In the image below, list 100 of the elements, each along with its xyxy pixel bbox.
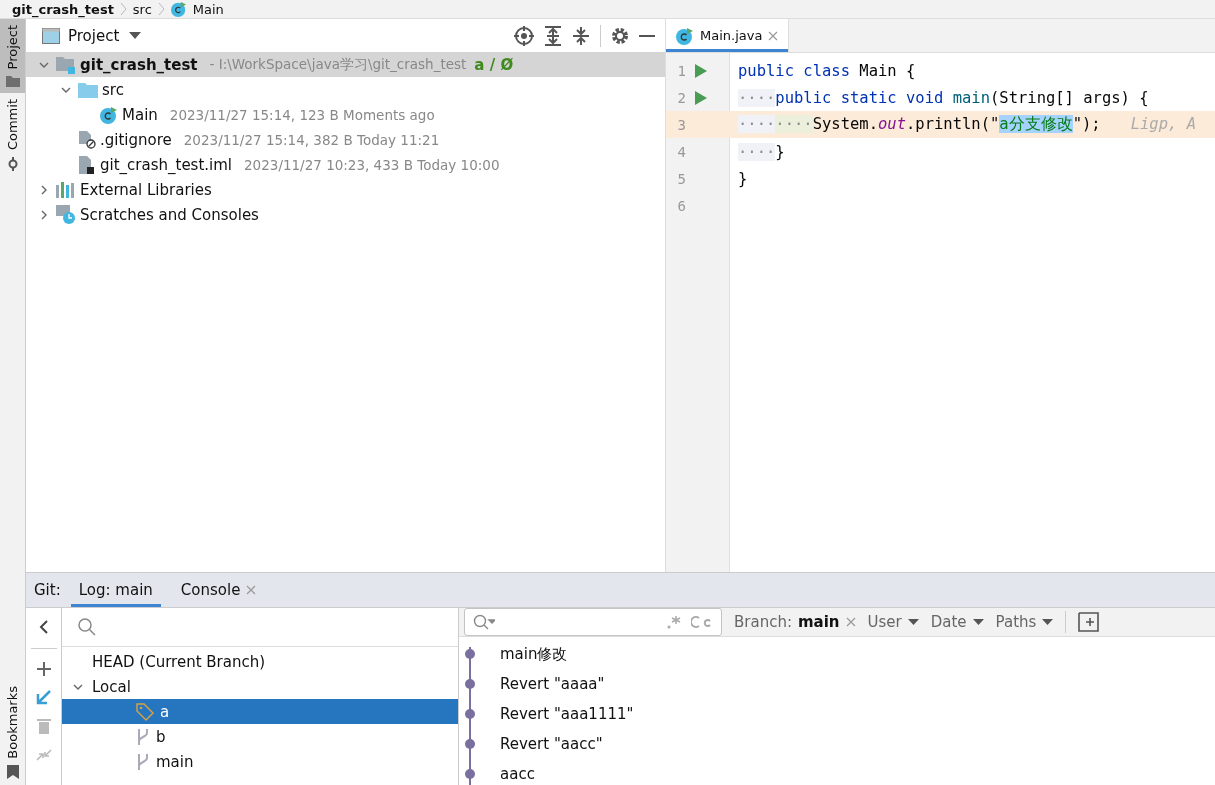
class-icon — [100, 105, 118, 124]
tree-row[interactable]: git_crash_test - I:\WorkSpace\java学习\git_crash_test a / Ø — [26, 52, 665, 77]
chevron-right-icon[interactable] — [39, 184, 49, 195]
whitespace-marker: ···· — [738, 115, 776, 133]
line-number: 6 — [676, 197, 686, 214]
tree-row[interactable]: src — [26, 77, 665, 102]
branch-row[interactable]: HEAD (Current Branch) — [62, 649, 458, 674]
file-details: 2023/11/27 15:14, 123 B Moments ago — [169, 106, 435, 123]
code-token: public static void — [775, 88, 945, 107]
code-token: main — [952, 88, 990, 107]
search-field[interactable] — [464, 608, 722, 636]
tree-row[interactable]: External Libraries — [26, 177, 665, 202]
run-icon[interactable] — [695, 90, 707, 105]
line-number: 2 — [676, 89, 686, 106]
run-icon[interactable] — [695, 63, 707, 78]
tree-row[interactable]: Main 2023/11/27 15:14, 123 B Moments ago — [26, 102, 665, 127]
code-token: .println(" — [906, 115, 1000, 133]
panel-label: Git: — [34, 581, 61, 599]
checkout-arrow-icon[interactable] — [35, 689, 52, 705]
branch-label: HEAD (Current Branch) — [92, 652, 266, 671]
filter-dropdown[interactable]: Paths — [995, 613, 1054, 631]
chevron-left-icon[interactable] — [37, 619, 50, 635]
tree-row[interactable]: Scratches and Consoles — [26, 202, 665, 227]
close-icon[interactable] — [246, 585, 257, 595]
code-token: System. — [812, 115, 878, 133]
close-icon[interactable] — [845, 617, 856, 627]
tag-icon — [136, 702, 154, 721]
expand-all-icon[interactable] — [544, 25, 562, 46]
whitespace-marker: ···· — [738, 142, 776, 161]
tree-item-label: git_crash_test — [80, 55, 198, 74]
commit-message[interactable]: Revert "aaaa" — [500, 675, 605, 693]
branch-row[interactable]: Local — [62, 674, 458, 699]
file-icon — [78, 130, 96, 149]
branch-label: a — [160, 702, 170, 721]
code-token: out — [878, 115, 906, 133]
panel-title[interactable]: Project — [68, 26, 120, 45]
chevron-right-icon — [119, 2, 127, 16]
search-icon — [78, 618, 96, 636]
branch-label: Local — [92, 677, 131, 696]
tool-tab[interactable]: Console — [172, 573, 265, 607]
file-details: 2023/11/27 15:14, 382 B Today 11:21 — [183, 131, 440, 148]
line-number: 4 — [676, 143, 686, 160]
branch-row[interactable]: main — [62, 749, 458, 774]
new-tab-icon[interactable] — [1078, 612, 1101, 632]
match-case-icon[interactable] — [691, 615, 713, 629]
branch-row[interactable]: a — [62, 699, 458, 724]
file-icon — [78, 155, 96, 174]
tool-window-button[interactable]: Project — [0, 19, 25, 94]
commit-message[interactable]: main修改 — [500, 644, 568, 664]
branch-icon — [136, 752, 150, 771]
branch-filter[interactable]: Branch: main — [734, 613, 856, 631]
branch-icon — [136, 727, 150, 746]
folder-icon — [78, 81, 98, 98]
regex-icon[interactable] — [667, 615, 681, 629]
code-token: "); — [1072, 115, 1101, 133]
breadcrumb-item[interactable]: git_crash_test — [12, 1, 114, 17]
branch-label: a / Ø — [474, 55, 514, 74]
tool-window-button[interactable]: Commit — [0, 93, 25, 177]
tool-tab[interactable]: Log: main — [70, 573, 161, 607]
dropdown-icon — [1042, 618, 1054, 626]
collapse-all-icon[interactable] — [572, 25, 590, 46]
filter-dropdown[interactable]: User — [867, 613, 919, 631]
target-icon[interactable] — [514, 25, 534, 46]
breadcrumb-item[interactable]: src — [132, 1, 152, 17]
branch-label: b — [156, 727, 166, 746]
tree-item-label: .gitignore — [100, 130, 172, 149]
settings-icon[interactable] — [611, 26, 629, 45]
tool-window-button[interactable]: Bookmarks — [0, 680, 25, 785]
class-icon — [676, 26, 694, 45]
line-number: 5 — [676, 170, 686, 187]
tree-row[interactable]: git_crash_test.iml 2023/11/27 10:23, 433 B Today 10:00 — [26, 152, 665, 177]
whitespace-marker: ···· — [775, 115, 813, 133]
code-token: (String[] args) { — [989, 88, 1149, 107]
module-icon — [56, 55, 76, 74]
whitespace-marker: ···· — [738, 88, 776, 107]
tree-item-label: git_crash_test.iml — [100, 155, 233, 174]
tree-item-label: Scratches and Consoles — [80, 205, 259, 224]
branch-row[interactable]: b — [62, 724, 458, 749]
dropdown-icon[interactable] — [129, 31, 142, 40]
tree-item-label: External Libraries — [80, 180, 212, 199]
scratches-icon — [56, 204, 76, 225]
filter-dropdown[interactable]: Date — [930, 613, 984, 631]
close-icon[interactable] — [768, 30, 779, 41]
commit-message[interactable]: aacc — [500, 765, 535, 783]
plus-icon[interactable] — [36, 662, 51, 676]
editor-tab[interactable]: Main.java — [666, 19, 790, 52]
bookmark-icon — [6, 765, 19, 779]
chevron-right-icon[interactable] — [39, 209, 49, 220]
file-details: 2023/11/27 10:23, 433 B Today 10:00 — [244, 156, 500, 173]
code-token: } — [738, 169, 748, 188]
tree-row[interactable]: .gitignore 2023/11/27 15:14, 382 B Today 11:21 — [26, 127, 665, 152]
window-icon — [42, 27, 60, 44]
commit-message[interactable]: Revert "aaa1111" — [500, 705, 634, 723]
search-icon — [473, 614, 495, 630]
tree-item-label: Main — [122, 105, 158, 124]
code-token: a分支修改 — [999, 115, 1073, 133]
line-number: 1 — [676, 62, 686, 79]
breadcrumb-item[interactable]: Main — [192, 1, 224, 17]
code-token: Main { — [859, 61, 916, 80]
commit-message[interactable]: Revert "aacc" — [500, 735, 603, 753]
